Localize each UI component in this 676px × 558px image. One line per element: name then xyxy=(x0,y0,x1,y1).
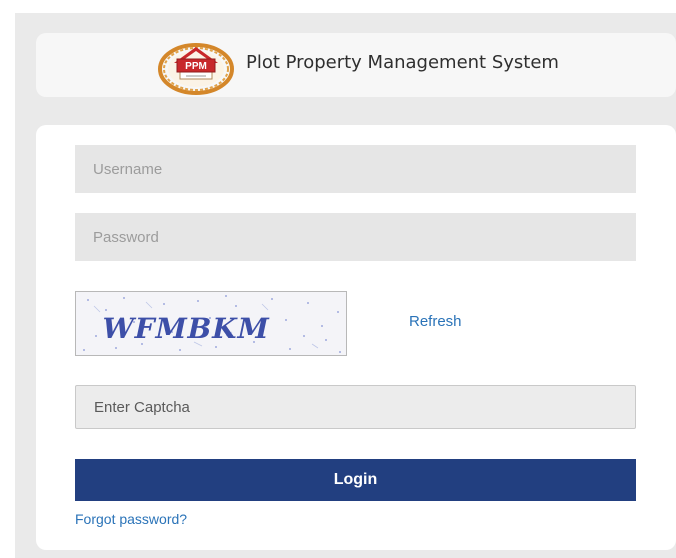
username-input[interactable] xyxy=(75,145,636,193)
login-button[interactable]: Login xyxy=(75,459,636,501)
header-card: PPM Plot Property Management System xyxy=(36,33,676,97)
refresh-captcha-link[interactable]: Refresh xyxy=(409,313,462,330)
password-input[interactable] xyxy=(75,213,636,261)
login-page: PPM Plot Property Management System User… xyxy=(0,0,676,558)
captcha-input[interactable] xyxy=(75,385,636,429)
app-title: Plot Property Management System xyxy=(246,52,559,73)
ppm-logo: PPM xyxy=(154,39,238,95)
logo-text: PPM xyxy=(185,61,207,72)
captcha-text: WFMBKM xyxy=(98,311,273,345)
login-form: WFMBKM Refresh Login Forgot password? xyxy=(36,125,676,550)
forgot-password-link[interactable]: Forgot password? xyxy=(75,511,187,527)
captcha-image: WFMBKM xyxy=(75,291,347,356)
